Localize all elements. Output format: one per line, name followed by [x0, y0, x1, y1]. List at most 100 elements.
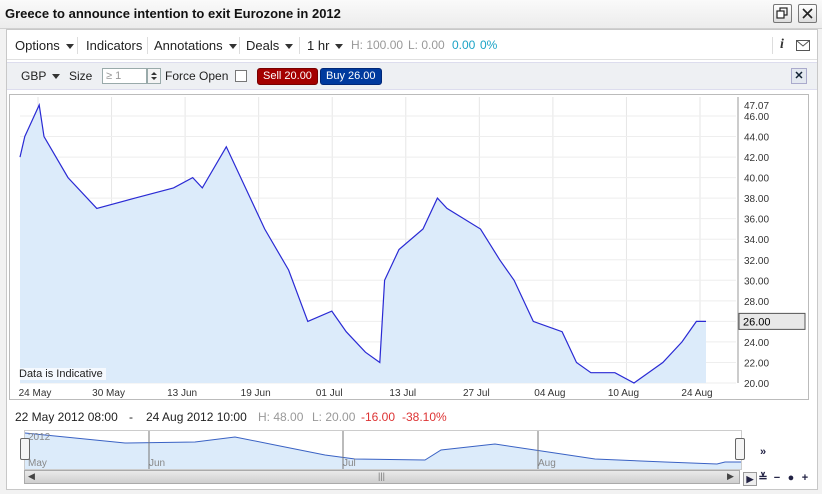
indicative-watermark: Data is Indicative — [16, 368, 106, 380]
range-summary: 22 May 2012 08:00 - 24 Aug 2012 10:00 H:… — [7, 404, 817, 426]
range-change-pct: -38.10% — [402, 410, 447, 424]
x-tick-label: 24 Aug — [681, 388, 712, 399]
chevron-down-icon — [335, 44, 344, 50]
divider — [77, 37, 78, 54]
range-start: 22 May 2012 08:00 — [15, 410, 118, 424]
y-tick-label: 36.00 — [744, 215, 769, 226]
y-tick-label: 47.07 — [744, 101, 769, 112]
deals-menu[interactable]: Deals — [246, 38, 294, 53]
x-tick-label: 30 May — [92, 388, 125, 399]
y-tick-label: 30.00 — [744, 276, 769, 287]
y-tick-label: 32.00 — [744, 256, 769, 267]
change-pct-stat: 0% — [480, 38, 498, 52]
y-tick-label: 40.00 — [744, 174, 769, 185]
divider — [772, 37, 773, 54]
scroll-end-icon[interactable]: ▶ — [743, 472, 757, 486]
navigator-month: May — [28, 458, 47, 469]
buy-button[interactable]: Buy 26.00 — [320, 68, 382, 85]
close-trade-bar-icon[interactable]: ✕ — [791, 68, 807, 84]
divider — [147, 37, 148, 54]
x-tick-label: 10 Aug — [608, 388, 639, 399]
navigator-month: Aug — [538, 458, 556, 469]
navigator-right-handle[interactable] — [735, 438, 745, 460]
chart-canvas: 24 May 30 May 13 Jun 19 Jun 01 Jul 13 Jul 27 J… — [19, 97, 806, 399]
low-stat: L: 0.00 — [408, 38, 445, 52]
navigator-month: Jun — [149, 458, 166, 469]
window-title: Greece to announce intention to exit Eur… — [5, 6, 341, 21]
range-dash: - — [129, 410, 133, 424]
trade-bar: GBP Size ≥ 1 Force Open Sell 20.00 Buy 2… — [7, 62, 817, 90]
high-stat: H: 100.00 — [351, 38, 404, 52]
y-tick-label: 22.00 — [744, 358, 769, 369]
force-open-checkbox[interactable] — [235, 70, 247, 82]
y-tick-label: 28.00 — [744, 297, 769, 308]
range-high: H: 48.00 — [258, 410, 304, 424]
restore-icon — [776, 7, 788, 19]
x-tick-label: 04 Aug — [534, 388, 565, 399]
y-tick-label: 42.00 — [744, 153, 769, 164]
chart-toolbar: Options Indicators Annotations Deals 1 h… — [7, 31, 817, 60]
info-icon[interactable]: i — [780, 37, 784, 53]
navigator-series — [24, 431, 741, 469]
annotations-menu[interactable]: Annotations — [154, 38, 237, 53]
y-tick-label: 46.00 — [744, 112, 769, 123]
title-bar: Greece to announce intention to exit Eur… — [0, 0, 822, 29]
interval-menu[interactable]: 1 hr — [307, 38, 344, 53]
mail-icon[interactable] — [796, 40, 810, 51]
restore-button[interactable] — [773, 4, 792, 23]
sell-button[interactable]: Sell 20.00 — [257, 68, 318, 85]
interval-label: 1 hr — [307, 38, 330, 53]
currency-select[interactable]: GBP — [21, 69, 61, 83]
y-tick-label: 44.00 — [744, 133, 769, 144]
navigator-scrollbar[interactable]: ◀ ||| ▶ — [24, 470, 740, 484]
collapse-icon[interactable]: ≚ — [757, 472, 769, 484]
chevron-down-icon — [52, 74, 61, 80]
x-tick-label: 13 Jun — [167, 388, 197, 399]
divider — [299, 37, 300, 54]
x-tick-label: 01 Jul — [316, 388, 343, 399]
zoom-in-icon[interactable]: + — [799, 472, 811, 484]
force-open-label: Force Open — [165, 69, 229, 83]
currency-label: GBP — [21, 69, 47, 83]
navigator-year: 2012 — [28, 432, 51, 443]
scroll-right-icon[interactable]: ▶ — [727, 471, 734, 482]
deals-label: Deals — [246, 38, 280, 53]
size-stepper[interactable] — [147, 68, 161, 84]
y-tick-label: 20.00 — [744, 379, 769, 390]
zoom-reset-icon[interactable]: ● — [785, 472, 797, 484]
size-input[interactable]: ≥ 1 — [102, 68, 147, 84]
scroll-grip-icon: ||| — [378, 471, 386, 481]
options-menu[interactable]: Options — [15, 38, 74, 53]
price-chart[interactable]: 24 May 30 May 13 Jun 19 Jun 01 Jul 13 Jul 27 J… — [9, 94, 809, 400]
navigator-month: Jul — [343, 458, 356, 469]
range-end: 24 Aug 2012 10:00 — [146, 410, 247, 424]
scroll-left-icon[interactable]: ◀ — [28, 471, 35, 482]
chevron-down-icon — [228, 44, 237, 50]
x-tick-label: 19 Jun — [241, 388, 271, 399]
options-label: Options — [15, 38, 60, 53]
x-tick-label: 24 May — [19, 388, 52, 399]
y-tick-label: 38.00 — [744, 194, 769, 205]
navigator[interactable]: 2012 May Jun Jul Aug — [24, 430, 742, 470]
size-label: Size — [69, 69, 93, 83]
y-tick-label: 24.00 — [744, 338, 769, 349]
price-area — [20, 105, 706, 383]
chevron-down-icon — [65, 44, 74, 50]
navigator-left-handle[interactable] — [20, 438, 30, 460]
chevron-down-icon — [285, 44, 294, 50]
change-stat: 0.00 — [452, 38, 476, 52]
zoom-out-icon[interactable]: − — [771, 472, 783, 484]
range-change: -16.00 — [361, 410, 396, 424]
x-tick-label: 13 Jul — [389, 388, 416, 399]
expand-down-icon[interactable]: » — [757, 446, 769, 458]
divider — [239, 37, 240, 54]
annotations-label: Annotations — [154, 38, 223, 53]
current-value-label: 26.00 — [743, 316, 771, 328]
stepper-arrows-icon — [151, 72, 157, 80]
range-low: L: 20.00 — [312, 410, 356, 424]
close-window-button[interactable] — [798, 4, 817, 23]
y-tick-label: 34.00 — [744, 235, 769, 246]
indicators-button[interactable]: Indicators — [86, 38, 142, 53]
x-tick-label: 27 Jul — [463, 388, 490, 399]
close-icon — [802, 8, 813, 19]
